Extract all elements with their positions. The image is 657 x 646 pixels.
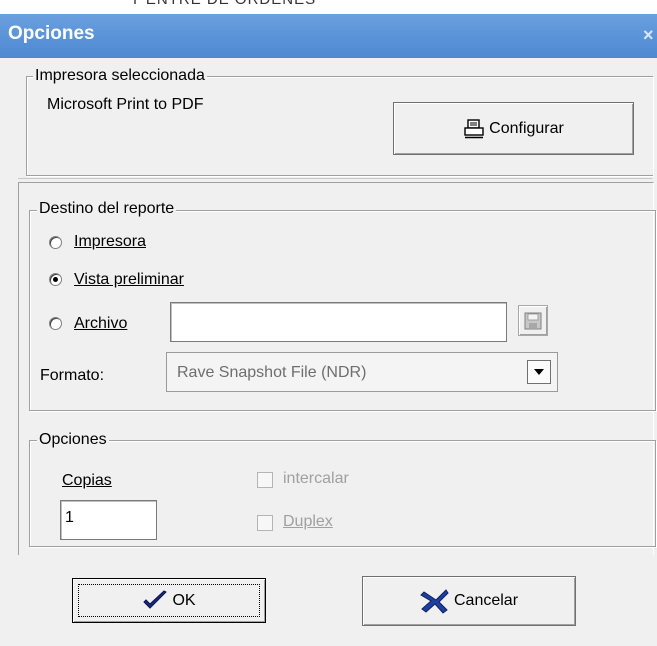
radio-archivo-label: Archivo — [74, 315, 128, 332]
floppy-disk-icon — [523, 311, 543, 331]
window-title: Opciones — [8, 23, 95, 44]
options-group-label: Opciones — [37, 431, 109, 449]
collate-checkbox[interactable] — [257, 472, 273, 488]
format-dropdown-button[interactable] — [527, 360, 551, 384]
background-window-text: Y ENTRE DE ORDENES — [130, 0, 316, 8]
cancel-button[interactable]: Cancelar — [362, 576, 576, 626]
radio-archivo[interactable] — [49, 317, 62, 330]
radio-impresora[interactable] — [49, 236, 62, 249]
format-select[interactable]: Rave Snapshot File (NDR) — [166, 352, 558, 392]
format-label: Formato: — [40, 367, 105, 384]
duplex-checkbox[interactable] — [257, 515, 273, 531]
background-window-strip: Y ENTRE DE ORDENES — [0, 0, 657, 14]
save-file-button[interactable] — [518, 305, 548, 336]
cross-icon — [420, 588, 450, 614]
copies-label: Copias — [62, 472, 112, 489]
destination-group-label: Destino del reporte — [37, 200, 177, 218]
collate-label: intercalar — [283, 470, 349, 487]
focus-rect — [78, 584, 260, 617]
configure-button-label: Configurar — [489, 119, 564, 137]
radio-vista-preliminar[interactable] — [49, 273, 62, 286]
radio-impresora-label: Impresora — [74, 233, 147, 250]
configure-button[interactable]: Configurar — [393, 102, 634, 155]
radio-vista-preliminar-label: Vista preliminar — [74, 271, 184, 288]
close-icon[interactable]: × — [643, 25, 654, 46]
format-select-value: Rave Snapshot File (NDR) — [177, 364, 367, 381]
printer-icon — [463, 118, 485, 140]
printer-name: Microsoft Print to PDF — [47, 96, 204, 113]
duplex-label: Duplex — [283, 513, 333, 530]
chevron-down-icon — [534, 369, 544, 375]
file-path-input[interactable] — [170, 302, 507, 342]
copies-input[interactable]: 1 — [60, 500, 157, 540]
cancel-button-label: Cancelar — [453, 592, 519, 609]
ok-button[interactable]: OK — [72, 578, 266, 623]
title-bar[interactable]: Opciones × — [0, 14, 657, 58]
printer-group-label: Impresora seleccionada — [33, 67, 207, 85]
